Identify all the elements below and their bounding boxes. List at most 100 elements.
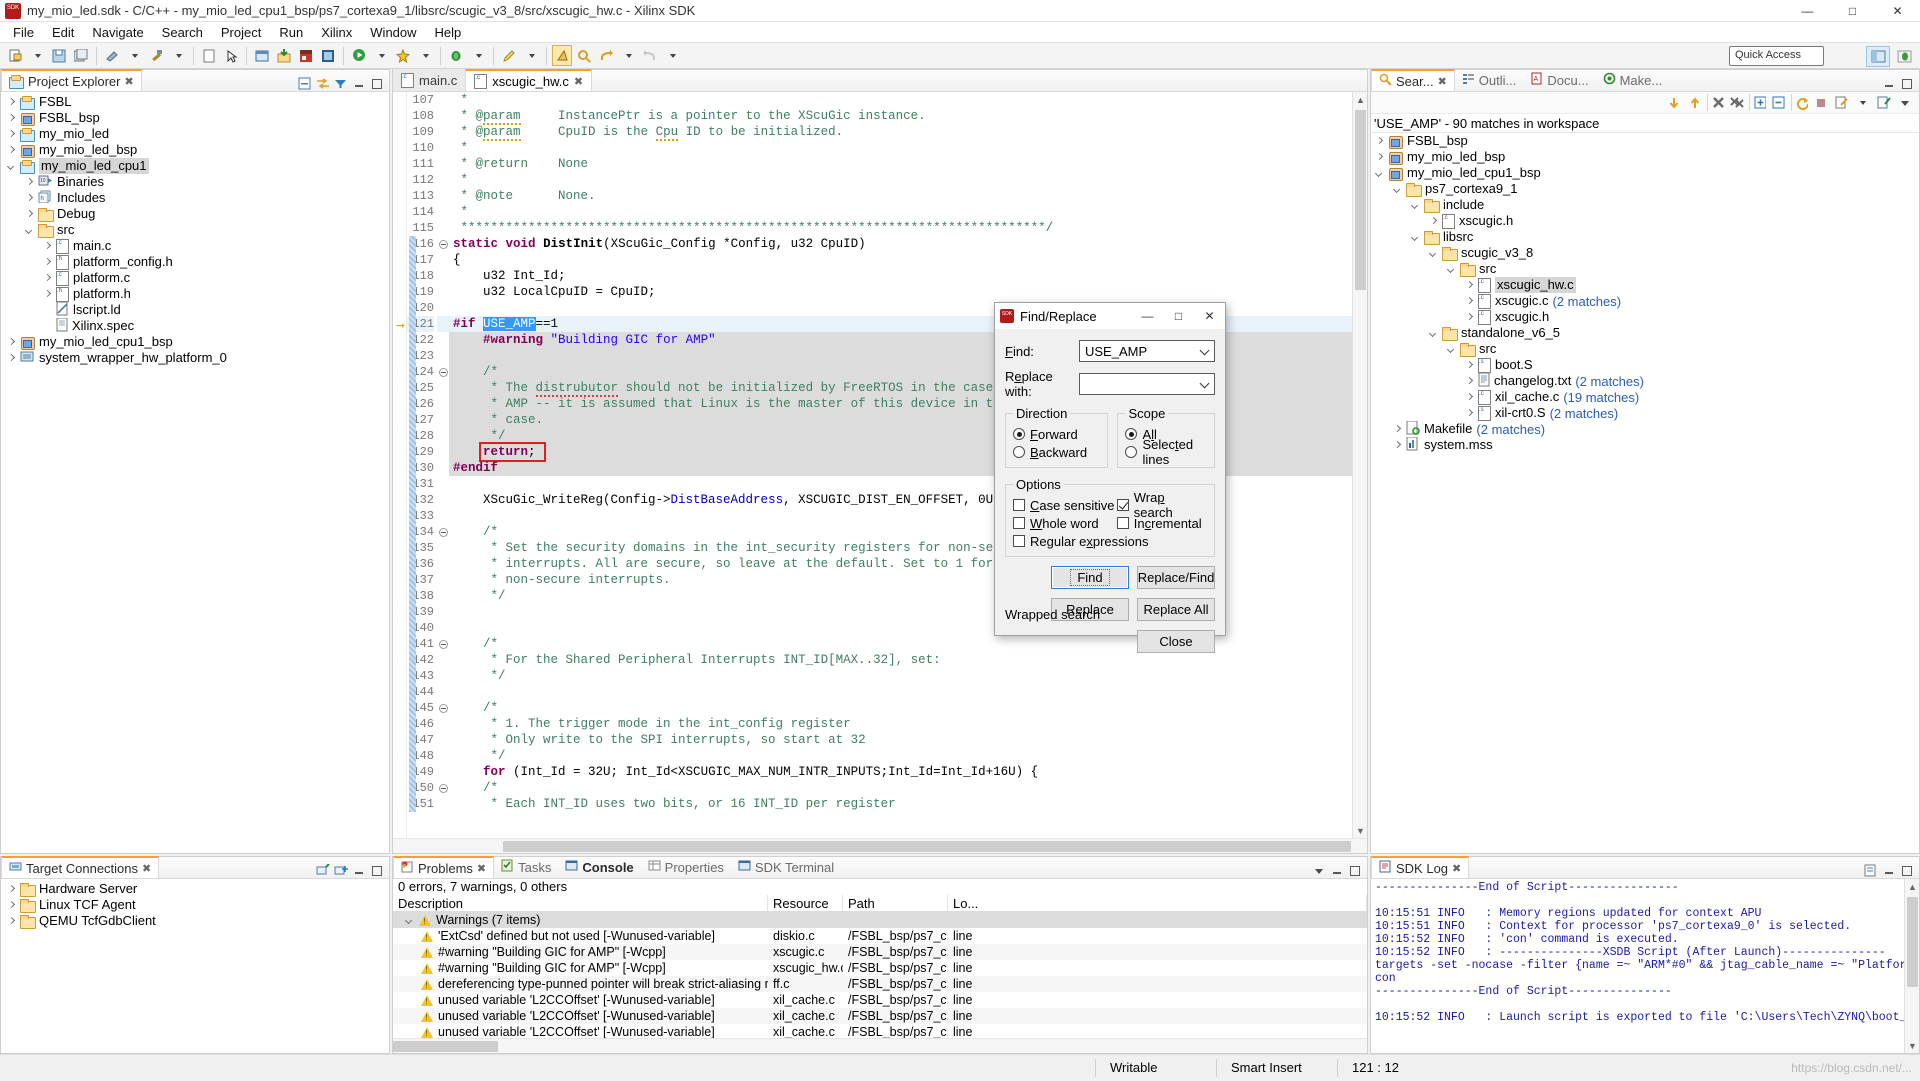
- tab-console[interactable]: Console: [558, 856, 640, 878]
- close-icon[interactable]: ✖: [574, 75, 583, 88]
- find-replace-dialog[interactable]: Find/Replace — □ ✕ Find: USE_AMP Replace…: [994, 302, 1226, 636]
- new-file-icon[interactable]: [199, 45, 219, 66]
- problems-table-body[interactable]: Warnings (7 items)'ExtCsd' defined but n…: [393, 912, 1367, 1040]
- tree-item[interactable]: my_mio_led_bsp: [1, 142, 389, 158]
- search-history-icon[interactable]: [1833, 94, 1850, 111]
- chevron-right-icon[interactable]: [7, 146, 16, 155]
- code-line[interactable]: [449, 348, 1367, 364]
- menu-item-run[interactable]: Run: [270, 23, 312, 42]
- code-line[interactable]: /*: [449, 636, 1367, 652]
- tree-item[interactable]: src: [1, 222, 389, 238]
- code-line[interactable]: */: [449, 428, 1367, 444]
- code-line[interactable]: * The distrubutor should not be initiali…: [449, 380, 1367, 396]
- chevron-right-icon[interactable]: [7, 114, 16, 123]
- tree-item[interactable]: system.mss: [1371, 437, 1919, 453]
- run-icon[interactable]: [349, 45, 369, 66]
- code-line[interactable]: [449, 300, 1367, 316]
- code-line[interactable]: */: [449, 668, 1367, 684]
- tree-item[interactable]: platform.h: [1, 286, 389, 302]
- fold-toggle-icon[interactable]: [437, 524, 449, 540]
- maximize-button[interactable]: □: [1830, 0, 1875, 22]
- code-line[interactable]: u32 LocalCpuID = CpuID;: [449, 284, 1367, 300]
- scroll-down-icon[interactable]: ▼: [1353, 823, 1368, 838]
- column-header-path[interactable]: Path: [843, 895, 948, 911]
- chevron-right-icon[interactable]: [43, 274, 52, 283]
- minimize-view-icon[interactable]: [351, 863, 366, 878]
- code-line[interactable]: */: [449, 748, 1367, 764]
- tree-item[interactable]: FSBL_bsp: [1371, 133, 1919, 149]
- run-dropdown-icon[interactable]: [371, 45, 391, 66]
- scroll-thumb[interactable]: [393, 1041, 498, 1052]
- tab-target-connections[interactable]: Target Connections ✖: [1, 856, 159, 878]
- close-icon[interactable]: ✖: [1438, 75, 1447, 88]
- search-result-tree[interactable]: FSBL_bspmy_mio_led_bspmy_mio_led_cpu1_bs…: [1371, 133, 1919, 453]
- chevron-down-icon[interactable]: [1429, 249, 1438, 258]
- chevron-down-icon[interactable]: [25, 226, 34, 235]
- replace-find-button[interactable]: Replace/Find: [1137, 566, 1215, 589]
- sdk-log-content[interactable]: ---------------End of Script------------…: [1371, 879, 1919, 1053]
- tree-item[interactable]: my_mio_led_cpu1: [1, 158, 389, 174]
- chevron-right-icon[interactable]: [1465, 297, 1474, 306]
- chevron-down-icon[interactable]: [1411, 201, 1420, 210]
- tab-sdk-log[interactable]: SDK Log ✖: [1371, 856, 1469, 878]
- chevron-right-icon[interactable]: [43, 290, 52, 299]
- new-connection-icon[interactable]: [315, 863, 330, 878]
- table-row[interactable]: dereferencing type-punned pointer will b…: [393, 976, 1367, 992]
- code-line[interactable]: * interrupts. All are secure, so leave a…: [449, 556, 1367, 572]
- dialog-minimize-button[interactable]: —: [1132, 303, 1163, 330]
- table-row[interactable]: 'ExtCsd' defined but not used [-Wunused-…: [393, 928, 1367, 944]
- code-line[interactable]: * AMP -- it is assumed that Linux is the…: [449, 396, 1367, 412]
- chevron-down-icon[interactable]: [1393, 185, 1402, 194]
- scroll-up-icon[interactable]: ▲: [1905, 879, 1920, 894]
- chevron-right-icon[interactable]: [7, 885, 16, 894]
- code-line[interactable]: * For the Shared Peripheral Interrupts I…: [449, 652, 1367, 668]
- external-tools-dropdown-icon[interactable]: [415, 45, 435, 66]
- maximize-view-icon[interactable]: [1899, 863, 1914, 878]
- close-icon[interactable]: ✖: [1452, 862, 1461, 875]
- perspective-debug-icon[interactable]: [1892, 46, 1916, 67]
- code-line[interactable]: * @note None.: [449, 188, 1367, 204]
- tree-item[interactable]: Linux TCF Agent: [1, 897, 389, 913]
- program-icon[interactable]: [318, 45, 338, 66]
- close-button[interactable]: ✕: [1875, 0, 1920, 22]
- sdk-log-vertical-scrollbar[interactable]: ▲ ▼: [1904, 879, 1919, 1053]
- find-input[interactable]: USE_AMP: [1079, 340, 1215, 362]
- code-line[interactable]: XScuGic_WriteReg(Config->DistBaseAddress…: [449, 492, 1367, 508]
- back-icon[interactable]: [596, 45, 616, 66]
- tree-item[interactable]: src: [1371, 341, 1919, 357]
- fold-toggle-icon[interactable]: [437, 364, 449, 380]
- table-row[interactable]: unused variable 'L2CCOffset' [-Wunused-v…: [393, 1008, 1367, 1024]
- code-line[interactable]: #if USE_AMP==1: [449, 316, 1367, 332]
- fold-toggle-icon[interactable]: [437, 780, 449, 796]
- chevron-down-icon[interactable]: [1447, 265, 1456, 274]
- code-line[interactable]: u32 Int_Id;: [449, 268, 1367, 284]
- tab-sdk-terminal[interactable]: SDK Terminal: [731, 856, 841, 878]
- scroll-up-icon[interactable]: ▲: [1353, 92, 1368, 107]
- tree-item[interactable]: my_mio_led_bsp: [1371, 149, 1919, 165]
- quick-access-input[interactable]: Quick Access: [1729, 46, 1824, 66]
- chevron-down-icon[interactable]: [1375, 169, 1384, 178]
- chevron-right-icon[interactable]: [7, 917, 16, 926]
- menu-item-xilinx[interactable]: Xilinx: [312, 23, 361, 42]
- hammer-icon[interactable]: [146, 45, 166, 66]
- code-line[interactable]: * @return None: [449, 156, 1367, 172]
- close-icon[interactable]: ✖: [142, 862, 151, 875]
- chevron-right-icon[interactable]: [1465, 409, 1474, 418]
- code-line[interactable]: [449, 620, 1367, 636]
- view-menu-icon[interactable]: [1896, 94, 1913, 111]
- checkbox-whole-word[interactable]: Whole word: [1013, 514, 1117, 532]
- minimize-view-icon[interactable]: [1881, 76, 1896, 91]
- chevron-right-icon[interactable]: [1393, 425, 1402, 434]
- forward-dropdown-icon[interactable]: [662, 45, 682, 66]
- debug-view-icon[interactable]: [252, 45, 272, 66]
- chevron-down-icon[interactable]: [1411, 233, 1420, 242]
- tab-problems[interactable]: Problems ✖: [393, 856, 494, 878]
- code-line[interactable]: * @param CpuID is the Cpu ID to be initi…: [449, 124, 1367, 140]
- highlight-icon[interactable]: [499, 45, 519, 66]
- perspective-cpp-icon[interactable]: [1866, 46, 1890, 67]
- tree-item[interactable]: Hardware Server: [1, 881, 389, 897]
- open-log-icon[interactable]: [1863, 863, 1878, 878]
- chevron-right-icon[interactable]: [1393, 441, 1402, 450]
- code-line[interactable]: * Set the security domains in the int_se…: [449, 540, 1367, 556]
- stop-search-icon[interactable]: [1812, 94, 1829, 111]
